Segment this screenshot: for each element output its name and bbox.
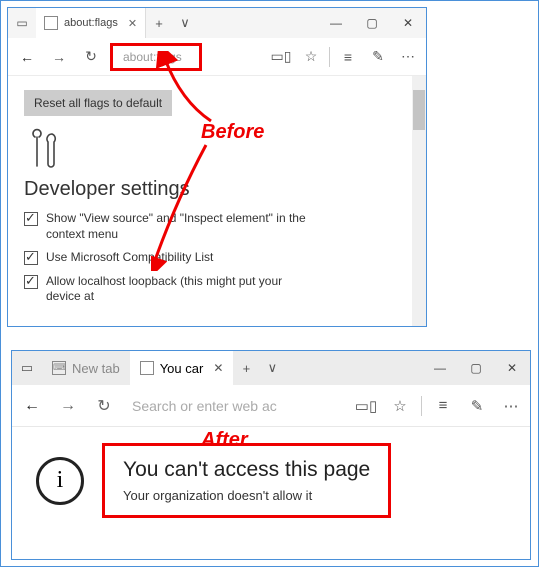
- close-window-button[interactable]: ✕: [390, 16, 426, 30]
- option-row: Use Microsoft Compatibility List: [24, 250, 410, 266]
- webnote-pen-icon[interactable]: ✎: [464, 397, 490, 415]
- error-title: You can't access this page: [123, 458, 370, 482]
- option-row: Show "View source" and "Inspect element"…: [24, 211, 410, 242]
- vertical-scrollbar[interactable]: [412, 76, 426, 326]
- minimize-button[interactable]: —: [318, 16, 354, 30]
- reading-view-icon[interactable]: ▭▯: [353, 397, 379, 415]
- options-list: Show "View source" and "Inspect element"…: [24, 211, 410, 305]
- message-highlight-box: You can't access this page Your organiza…: [102, 443, 391, 518]
- tab-dropdown-icon[interactable]: ∨: [259, 360, 285, 376]
- reading-view-icon[interactable]: ▭▯: [269, 48, 293, 65]
- tab-close-icon[interactable]: ✕: [213, 361, 223, 375]
- hub-icon[interactable]: ≡: [336, 49, 360, 65]
- page-content: i You can't access this page Your organi…: [12, 427, 530, 528]
- tabs-overview-icon[interactable]: ▭: [8, 16, 36, 30]
- tabs-overview-icon[interactable]: ▭: [12, 360, 42, 376]
- favorites-star-icon[interactable]: ☆: [299, 48, 323, 65]
- tab-label: You car: [160, 361, 204, 376]
- checkbox-checked-icon[interactable]: [24, 212, 38, 226]
- keyboard-icon: ⌨: [52, 361, 66, 375]
- developer-settings-heading: Developer settings: [24, 178, 410, 201]
- refresh-button[interactable]: ↻: [78, 48, 104, 65]
- tab-close-icon[interactable]: ✕: [128, 17, 137, 30]
- option-label: Show "View source" and "Inspect element"…: [46, 211, 306, 242]
- tab-active[interactable]: You car ✕: [130, 351, 234, 385]
- close-window-button[interactable]: ✕: [494, 361, 530, 375]
- tab-favicon-icon: [44, 16, 58, 30]
- tab-favicon-icon: [140, 361, 154, 375]
- browser-window-after: ▭ ⌨ New tab You car ✕ + ∨ — ▢ ✕ ← → ↻ Se…: [11, 350, 531, 560]
- option-row: Allow localhost loopback (this might put…: [24, 274, 410, 305]
- back-button[interactable]: ←: [14, 49, 40, 65]
- tab-dropdown-icon[interactable]: ∨: [172, 15, 198, 31]
- hub-icon[interactable]: ≡: [430, 397, 456, 414]
- toolbar-divider: [421, 396, 422, 416]
- page-content: Reset all flags to default Developer set…: [8, 76, 426, 326]
- option-label: Allow localhost loopback (this might put…: [46, 274, 306, 305]
- back-button[interactable]: ←: [18, 397, 46, 415]
- title-bar: ▭ ⌨ New tab You car ✕ + ∨ — ▢ ✕: [12, 351, 530, 385]
- tab-label: about:flags: [64, 17, 118, 29]
- nav-toolbar: ← → ↻ Search or enter web ac ▭▯ ☆ ≡ ✎ ⋯: [12, 385, 530, 427]
- tab-label: New tab: [72, 361, 120, 376]
- maximize-button[interactable]: ▢: [354, 16, 390, 30]
- maximize-button[interactable]: ▢: [458, 361, 494, 375]
- forward-button[interactable]: →: [54, 397, 82, 415]
- title-bar: ▭ about:flags ✕ + ∨ — ▢ ✕: [8, 8, 426, 38]
- info-circle-icon: i: [36, 457, 84, 505]
- window-controls: — ▢ ✕: [318, 16, 426, 30]
- address-bar[interactable]: Search or enter web ac: [126, 398, 345, 414]
- tab-newtab[interactable]: ⌨ New tab: [42, 351, 130, 385]
- more-icon[interactable]: ⋯: [396, 48, 420, 65]
- error-subtitle: Your organization doesn't allow it: [123, 488, 370, 503]
- callout-before: Before: [201, 121, 264, 144]
- nav-toolbar: ← → ↻ about:flags ▭▯ ☆ ≡ ✎ ⋯: [8, 38, 426, 76]
- checkbox-checked-icon[interactable]: [24, 275, 38, 289]
- option-label: Use Microsoft Compatibility List: [46, 250, 213, 266]
- browser-window-before: ▭ about:flags ✕ + ∨ — ▢ ✕ ← → ↻ about:fl…: [7, 7, 427, 327]
- scrollbar-thumb[interactable]: [413, 90, 425, 130]
- forward-button[interactable]: →: [46, 49, 72, 65]
- new-tab-button[interactable]: +: [233, 361, 259, 376]
- more-icon[interactable]: ⋯: [498, 397, 524, 415]
- tab-strip: ▭ about:flags ✕ + ∨: [8, 8, 318, 38]
- minimize-button[interactable]: —: [422, 361, 458, 375]
- address-bar[interactable]: about:flags: [110, 43, 202, 71]
- toolbar-divider: [329, 47, 330, 67]
- checkbox-checked-icon[interactable]: [24, 251, 38, 265]
- favorites-star-icon[interactable]: ☆: [387, 397, 413, 415]
- webnote-pen-icon[interactable]: ✎: [366, 48, 390, 65]
- refresh-button[interactable]: ↻: [90, 396, 118, 416]
- reset-flags-button[interactable]: Reset all flags to default: [24, 90, 172, 116]
- tab-aboutflags[interactable]: about:flags ✕: [36, 8, 146, 38]
- new-tab-button[interactable]: +: [146, 16, 172, 31]
- callout-after: After: [201, 429, 248, 452]
